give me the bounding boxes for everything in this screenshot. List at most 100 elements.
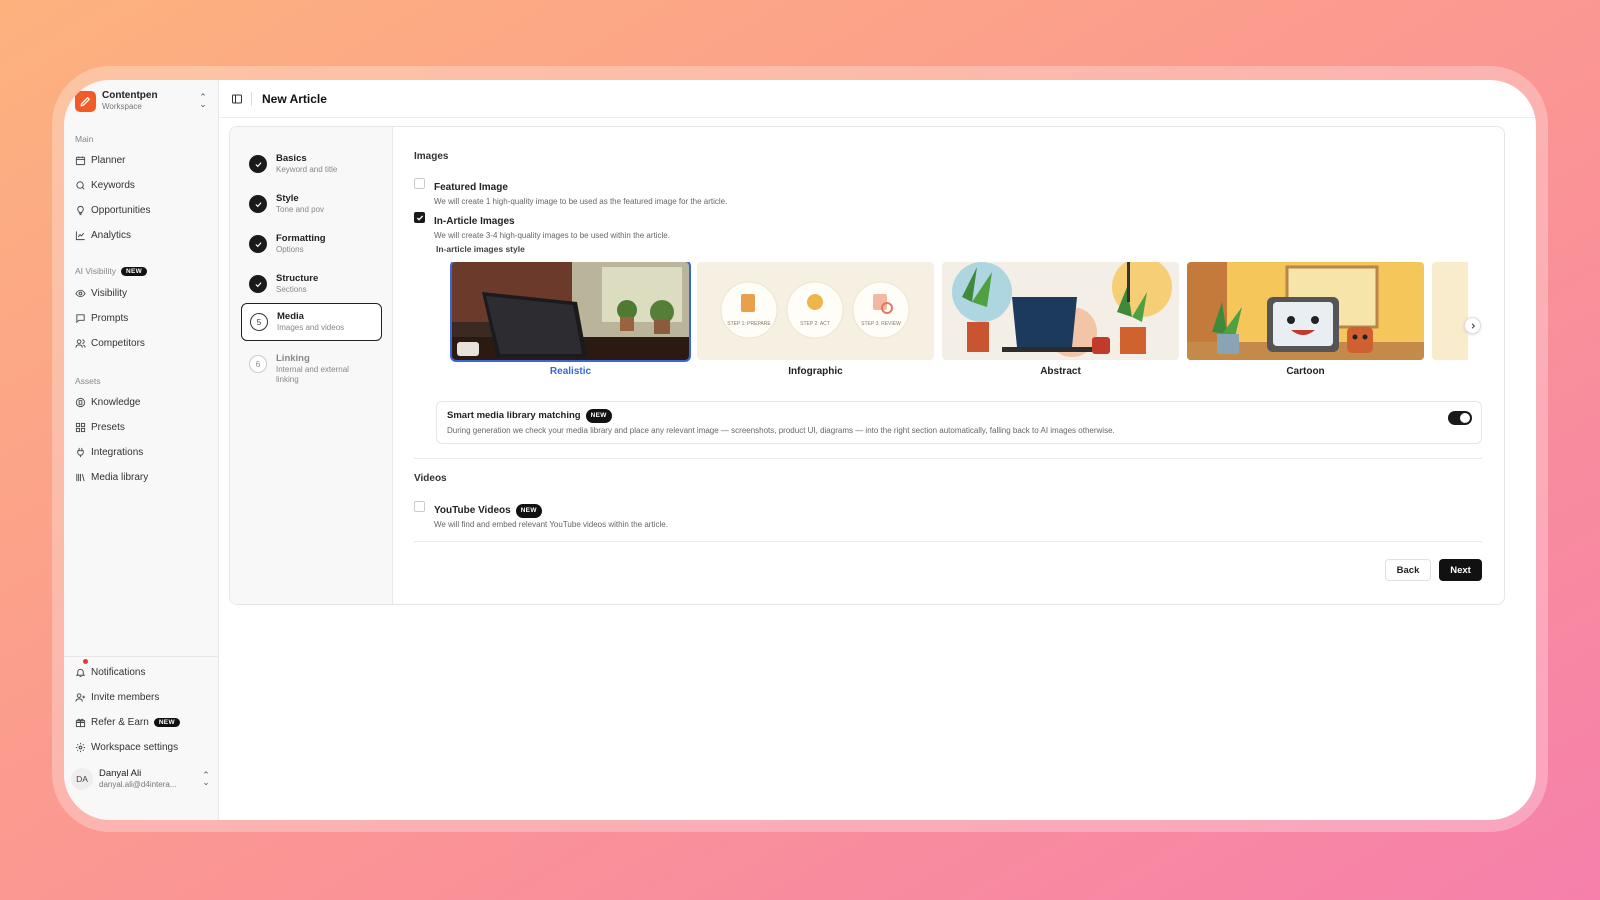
- page-title: New Article: [262, 91, 327, 106]
- option-description: We will create 1 high-quality image to b…: [434, 197, 728, 206]
- step-subtitle: Options: [276, 245, 304, 254]
- step-style[interactable]: Style Tone and pov: [241, 186, 382, 224]
- sidebar-item-label: Invite members: [91, 692, 160, 703]
- step-subtitle: Internal and external linking: [276, 365, 349, 384]
- carousel-next-button[interactable]: [1464, 317, 1481, 334]
- new-badge: NEW: [585, 409, 612, 423]
- user-email: danyal.ali@d4intera...: [99, 780, 177, 789]
- step-formatting[interactable]: Formatting Options: [241, 226, 382, 264]
- cartoon-preview-image: [1187, 262, 1424, 360]
- sidebar-item-label: Knowledge: [91, 397, 141, 408]
- message-icon: [76, 314, 85, 324]
- section-label-main: Main: [75, 134, 94, 144]
- sidebar-item-label: Workspace settings: [91, 742, 179, 753]
- smart-match-toggle[interactable]: [1448, 411, 1472, 425]
- new-badge: NEW: [153, 718, 180, 727]
- sidebar-item-competitors[interactable]: Competitors: [75, 331, 208, 356]
- infographic-step-1: STEP 1: PREPARE: [727, 321, 771, 327]
- sidebar-item-prompts[interactable]: Prompts: [75, 306, 208, 331]
- footer-divider: [414, 541, 1482, 542]
- sidebar-item-integrations[interactable]: Integrations: [75, 440, 208, 465]
- youtube-videos-option[interactable]: YouTube Videos NEW We will find and embe…: [414, 500, 668, 531]
- user-name: Danyal Ali: [99, 768, 142, 779]
- workspace-switcher[interactable]: Contentpen Workspace ⌃ ⌄: [75, 90, 208, 112]
- sidebar-item-analytics[interactable]: Analytics: [75, 223, 208, 248]
- chevron-updown-icon: ⌃ ⌄: [199, 92, 207, 109]
- style-option-abstract[interactable]: Abstract: [942, 262, 1179, 377]
- step-basics[interactable]: Basics Keyword and title: [241, 146, 382, 184]
- check-icon: [249, 275, 267, 293]
- step-title: Linking: [276, 353, 310, 364]
- step-number: 5: [250, 313, 268, 331]
- next-button[interactable]: Next: [1439, 559, 1482, 581]
- sidebar-item-media-library[interactable]: Media library: [75, 465, 208, 490]
- section-divider: [414, 458, 1482, 459]
- library-icon: [76, 473, 85, 482]
- step-title: Basics: [276, 153, 307, 164]
- workspace-name: Contentpen: [102, 90, 158, 101]
- sidebar-divider: [64, 656, 219, 657]
- sidebar-item-label: Analytics: [91, 230, 132, 241]
- book-icon: [75, 397, 86, 408]
- smart-media-matching-box: Smart media library matching NEW During …: [436, 401, 1482, 444]
- step-linking[interactable]: 6 Linking Internal and external linking: [241, 346, 382, 390]
- sidebar-item-keywords[interactable]: Keywords: [75, 173, 208, 198]
- user-menu[interactable]: DA Danyal Ali danyal.ali@d4intera... ⌃ ⌄: [71, 768, 211, 790]
- featured-image-checkbox[interactable]: [414, 178, 425, 189]
- sidebar-item-visibility[interactable]: Visibility: [75, 281, 208, 306]
- in-article-images-checkbox[interactable]: [414, 212, 425, 223]
- step-subtitle: Keyword and title: [276, 165, 338, 174]
- option-description: We will create 3-4 high-quality images t…: [434, 231, 670, 240]
- abstract-preview-image: [942, 262, 1179, 360]
- calendar-icon: [75, 156, 86, 166]
- sidebar-item-label: Opportunities: [91, 205, 151, 216]
- style-option-infographic[interactable]: STEP 1: PREPARE STEP 2: ACT STEP 3: REVI…: [697, 262, 934, 377]
- main-area: New Article Basics Keyword and title Styl…: [219, 80, 1536, 820]
- style-name: Abstract: [1040, 366, 1081, 377]
- sidebar-item-workspace-settings[interactable]: Workspace settings: [75, 735, 208, 760]
- sidebar-item-presets[interactable]: Presets: [75, 415, 208, 440]
- sidebar-toggle-icon[interactable]: [231, 93, 243, 105]
- media-settings: Images Featured Image We will create 1 h…: [393, 127, 1504, 604]
- ai-visibility-label: AI Visibility: [75, 266, 116, 276]
- sidebar-item-notifications[interactable]: Notifications: [75, 659, 208, 685]
- style-option-partial: [1432, 262, 1468, 360]
- chevron-updown-icon: ⌃ ⌄: [202, 770, 210, 787]
- featured-image-option[interactable]: Featured Image We will create 1 high-qua…: [414, 177, 727, 208]
- new-badge: NEW: [515, 504, 542, 518]
- style-option-cartoon[interactable]: Cartoon: [1187, 262, 1424, 377]
- image-style-carousel: Realistic STEP 1: PREPARE STEP 2: ACT ST…: [450, 262, 1468, 382]
- avatar: DA: [71, 768, 93, 790]
- user-plus-icon: [75, 693, 86, 702]
- youtube-videos-checkbox[interactable]: [414, 501, 425, 512]
- back-button[interactable]: Back: [1385, 559, 1431, 581]
- search-icon: [76, 181, 85, 190]
- option-title: YouTube Videos: [434, 505, 511, 516]
- sidebar-item-refer-earn[interactable]: Refer & Earn NEW: [75, 710, 208, 735]
- in-article-images-option[interactable]: In-Article Images We will create 3-4 hig…: [414, 211, 670, 242]
- wizard-steps: Basics Keyword and title Style Tone and po…: [230, 127, 393, 604]
- step-number: 6: [249, 355, 267, 373]
- sidebar-item-knowledge[interactable]: Knowledge: [75, 390, 208, 415]
- style-option-realistic[interactable]: Realistic: [450, 262, 691, 377]
- infographic-preview-image: STEP 1: PREPARE STEP 2: ACT STEP 3: REVI…: [697, 262, 934, 360]
- style-name: Realistic: [549, 366, 592, 377]
- nav-ai-visibility: Visibility Prompts Competitors: [75, 281, 208, 356]
- sidebar-item-invite-members[interactable]: Invite members: [75, 685, 208, 710]
- sidebar-item-label: Presets: [91, 422, 125, 433]
- sidebar-item-planner[interactable]: Planner: [75, 148, 208, 173]
- videos-heading: Videos: [414, 473, 447, 484]
- users-icon: [75, 339, 86, 348]
- images-style-label: In-article images style: [436, 244, 525, 254]
- step-media[interactable]: 5 Media Images and videos: [241, 303, 382, 341]
- nav-bottom: Notifications Invite members Refer & Ear…: [75, 659, 208, 760]
- sidebar-item-label: Notifications: [91, 667, 146, 678]
- gear-icon: [75, 742, 86, 753]
- section-label-assets: Assets: [75, 376, 101, 386]
- wizard-card: Basics Keyword and title Style Tone and po…: [229, 126, 1505, 605]
- step-structure[interactable]: Structure Sections: [241, 266, 382, 304]
- check-icon: [249, 235, 267, 253]
- step-title: Structure: [276, 273, 319, 284]
- workspace-subtitle: Workspace: [102, 102, 142, 111]
- sidebar-item-opportunities[interactable]: Opportunities: [75, 198, 208, 223]
